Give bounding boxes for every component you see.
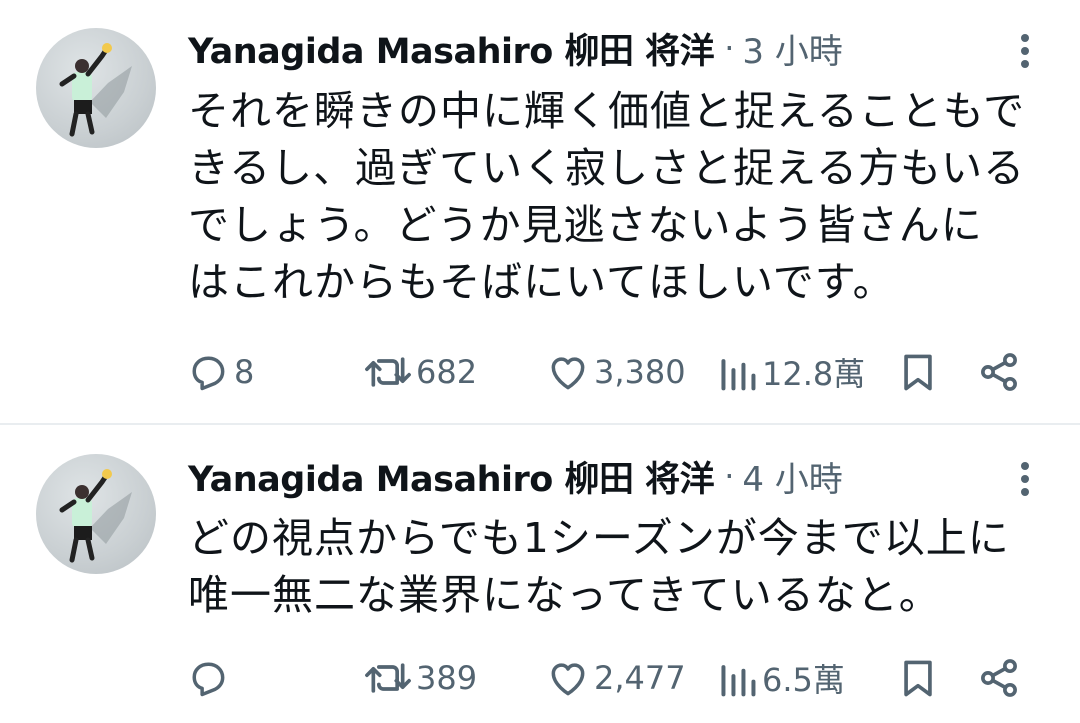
separator-dot: ·	[724, 29, 735, 67]
avatar[interactable]	[36, 28, 156, 148]
tweet-text-line: でしょう。どうか見逃さないよう皆さんに	[188, 201, 983, 249]
views-button[interactable]: 12.8萬	[718, 347, 865, 397]
share-button[interactable]	[976, 347, 1022, 397]
author-name[interactable]: Yanagida Masahiro 柳田 将洋	[188, 23, 715, 74]
reply-icon	[192, 356, 225, 391]
views-button[interactable]: 6.5萬	[718, 653, 845, 703]
like-icon	[551, 357, 585, 390]
action-bar: 8 682 3,380 12.8萬	[186, 347, 1036, 397]
tweet-header: Yanagida Masahiro 柳田 将洋 · 4 小時	[188, 451, 843, 501]
bookmark-button[interactable]	[896, 653, 940, 703]
views-icon	[721, 665, 756, 697]
share-button[interactable]	[976, 653, 1022, 703]
retweet-button[interactable]: 389	[364, 653, 477, 703]
retweet-button[interactable]: 682	[364, 347, 477, 397]
timestamp[interactable]: 3 小時	[742, 24, 842, 73]
tweet-text-line: それを瞬きの中に輝く価値と捉えることもで	[188, 87, 1026, 135]
tweet-text: どの視点からでも1シーズンが今まで以上に 唯一無二な業界になってきているなと。	[188, 510, 1058, 624]
like-button[interactable]: 2,477	[546, 653, 686, 703]
author-name[interactable]: Yanagida Masahiro 柳田 将洋	[188, 451, 715, 502]
retweet-count: 682	[416, 353, 478, 391]
views-count: 6.5萬	[762, 661, 845, 699]
retweet-icon	[365, 357, 411, 387]
reply-count: 8	[234, 353, 255, 391]
tweet-header: Yanagida Masahiro 柳田 将洋 · 3 小時	[188, 23, 843, 73]
like-count: 3,380	[594, 353, 686, 391]
tweet[interactable]: Yanagida Masahiro 柳田 将洋 · 3 小時 それを瞬きの中に輝…	[0, 0, 1080, 425]
tweet-text: それを瞬きの中に輝く価値と捉えることもで きるし、過ぎていく寂しさと捉える方もい…	[188, 83, 1058, 311]
action-bar: 389 2,477 6.5萬	[186, 653, 1036, 703]
share-icon	[981, 353, 1017, 391]
tweet-text-line: きるし、過ぎていく寂しさと捉える方もいる	[188, 144, 1026, 192]
reply-button[interactable]: 8	[186, 347, 254, 397]
bookmark-button[interactable]	[896, 347, 940, 397]
avatar[interactable]	[36, 454, 156, 574]
like-icon	[551, 663, 585, 696]
tweet-text-line: どの視点からでも1シーズンが今まで以上に	[188, 514, 1010, 562]
views-icon	[721, 359, 756, 391]
bookmark-icon	[904, 660, 932, 697]
views-count: 12.8萬	[762, 355, 866, 393]
tweet-text-line: はこれからもそばにいてほしいです。	[188, 258, 895, 306]
more-vertical-icon[interactable]	[1020, 458, 1030, 506]
bookmark-icon	[904, 354, 932, 391]
reply-icon	[192, 662, 225, 697]
retweet-count: 389	[416, 659, 478, 697]
tweet-text-line: 唯一無二な業界になってきているなと。	[188, 571, 941, 619]
share-icon	[981, 659, 1017, 697]
more-vertical-icon[interactable]	[1020, 30, 1030, 78]
tweet[interactable]: Yanagida Masahiro 柳田 将洋 · 4 小時 どの視点からでも1…	[0, 424, 1080, 723]
retweet-icon	[365, 663, 411, 693]
reply-button[interactable]	[186, 653, 234, 703]
separator-dot: ·	[724, 457, 735, 495]
timestamp[interactable]: 4 小時	[742, 452, 842, 501]
like-button[interactable]: 3,380	[546, 347, 686, 397]
like-count: 2,477	[594, 659, 686, 697]
